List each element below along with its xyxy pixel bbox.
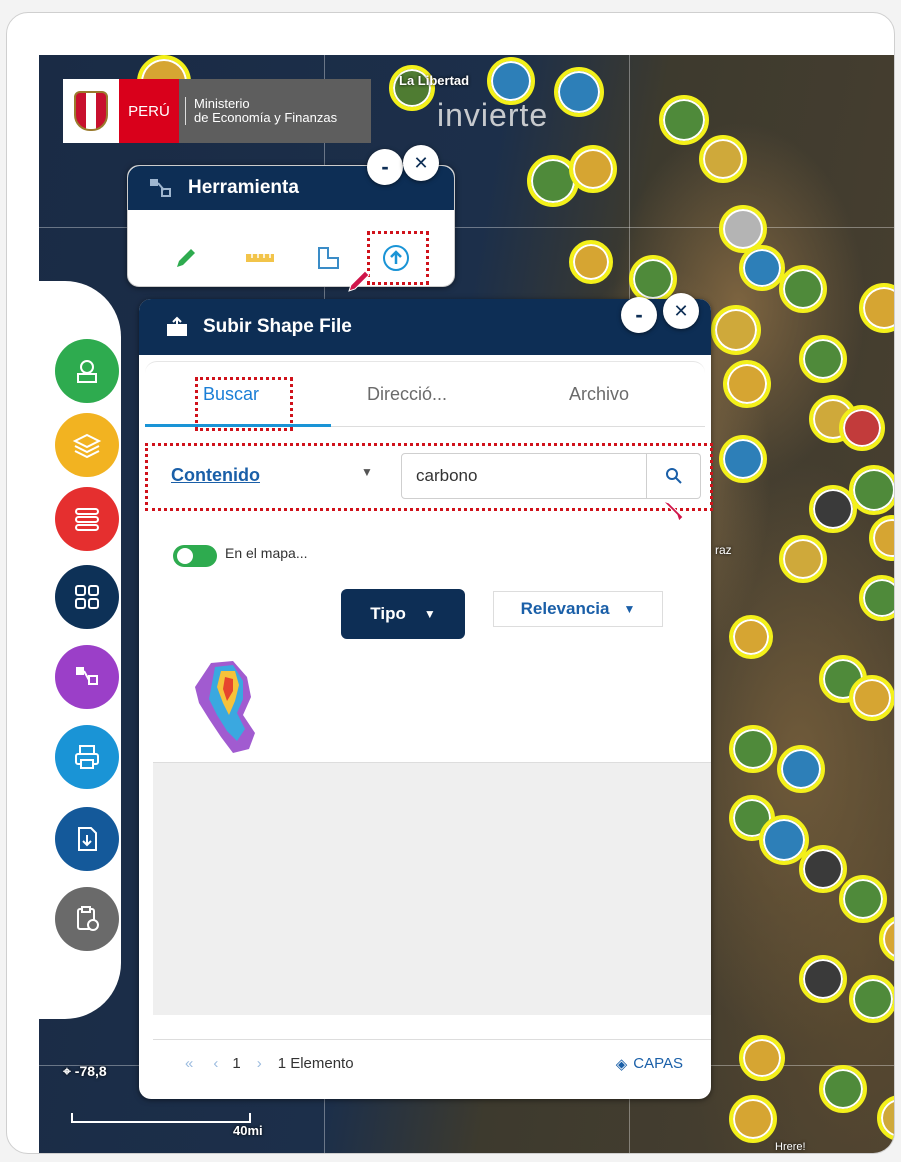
chevron-down-icon: ▼	[623, 602, 636, 616]
watermark: invierte	[437, 97, 549, 133]
layers-icon[interactable]	[55, 413, 119, 477]
subir-close-button[interactable]: ✕	[663, 293, 699, 329]
buscar-highlight	[195, 377, 293, 431]
tab-direccion[interactable]: Direcció...	[367, 384, 447, 405]
upload-folder-icon	[167, 316, 187, 336]
pointer-cursor-icon	[348, 270, 370, 292]
result-item[interactable]	[153, 647, 711, 763]
grid-icon[interactable]	[55, 565, 119, 629]
results-footer: « ‹ 1 › 1 Elemento ◈ CAPAS	[153, 1039, 711, 1087]
print-icon[interactable]	[55, 725, 119, 789]
map-toggle[interactable]	[173, 545, 217, 567]
money-tree-icon[interactable]	[55, 339, 119, 403]
peru-map-thumbnail	[195, 661, 255, 753]
tools-header-icon	[150, 179, 171, 197]
scale-bar	[71, 1113, 251, 1123]
pencil-icon[interactable]	[169, 241, 203, 275]
search-highlight	[145, 443, 713, 511]
download-doc-icon[interactable]	[55, 807, 119, 871]
ruler-icon[interactable]	[243, 241, 277, 275]
herramienta-minimize-button[interactable]: -	[367, 149, 403, 185]
map-place-label: raz	[715, 543, 732, 557]
crosshair-icon: ⌖	[63, 1063, 75, 1079]
subir-minimize-button[interactable]: -	[621, 297, 657, 333]
coat-of-arms-icon	[63, 79, 119, 143]
coordinate-readout: ⌖ -78,8	[63, 1063, 107, 1079]
first-page-icon[interactable]: «	[185, 1055, 193, 1072]
result-count: 1 Elemento	[277, 1055, 354, 1072]
layers-icon: ◈	[615, 1055, 628, 1073]
chevron-down-icon: ▼	[423, 607, 436, 621]
page-number: 1	[232, 1055, 241, 1072]
list-icon[interactable]	[55, 487, 119, 551]
tools-icon[interactable]	[55, 645, 119, 709]
capas-button[interactable]: CAPAS	[633, 1055, 683, 1072]
clipboard-icon[interactable]	[55, 887, 119, 951]
tab-archivo[interactable]: Archivo	[569, 384, 629, 405]
corner-label: Hrere!	[775, 1141, 806, 1153]
peru-label: PERÚ	[119, 79, 179, 143]
ministry-name: Ministerio de Economía y Finanzas	[185, 97, 337, 125]
relevancia-select[interactable]: Relevancia ▼	[493, 591, 663, 627]
scale-label: 40mi	[233, 1123, 263, 1138]
subir-title: Subir Shape File	[203, 316, 352, 337]
tipo-button[interactable]: Tipo ▼	[341, 589, 465, 639]
screenshot-frame: La Libertad raz Hrere! invierte PERÚ Min…	[6, 12, 895, 1154]
prev-page-icon[interactable]: ‹	[213, 1055, 218, 1072]
herramienta-title: Herramienta	[188, 177, 299, 198]
pointer-cursor-icon	[662, 500, 684, 522]
next-page-icon[interactable]: ›	[257, 1055, 262, 1072]
ministry-logo: PERÚ Ministerio de Economía y Finanzas	[63, 79, 371, 143]
upload-highlight	[367, 231, 429, 285]
herramienta-close-button[interactable]: ✕	[403, 145, 439, 181]
shape-icon[interactable]	[311, 241, 345, 275]
subir-shape-panel: Subir Shape File Buscar Direcció... Arch…	[139, 299, 713, 1099]
toggle-label: En el mapa...	[225, 545, 308, 561]
map-region-label: La Libertad	[399, 73, 470, 88]
